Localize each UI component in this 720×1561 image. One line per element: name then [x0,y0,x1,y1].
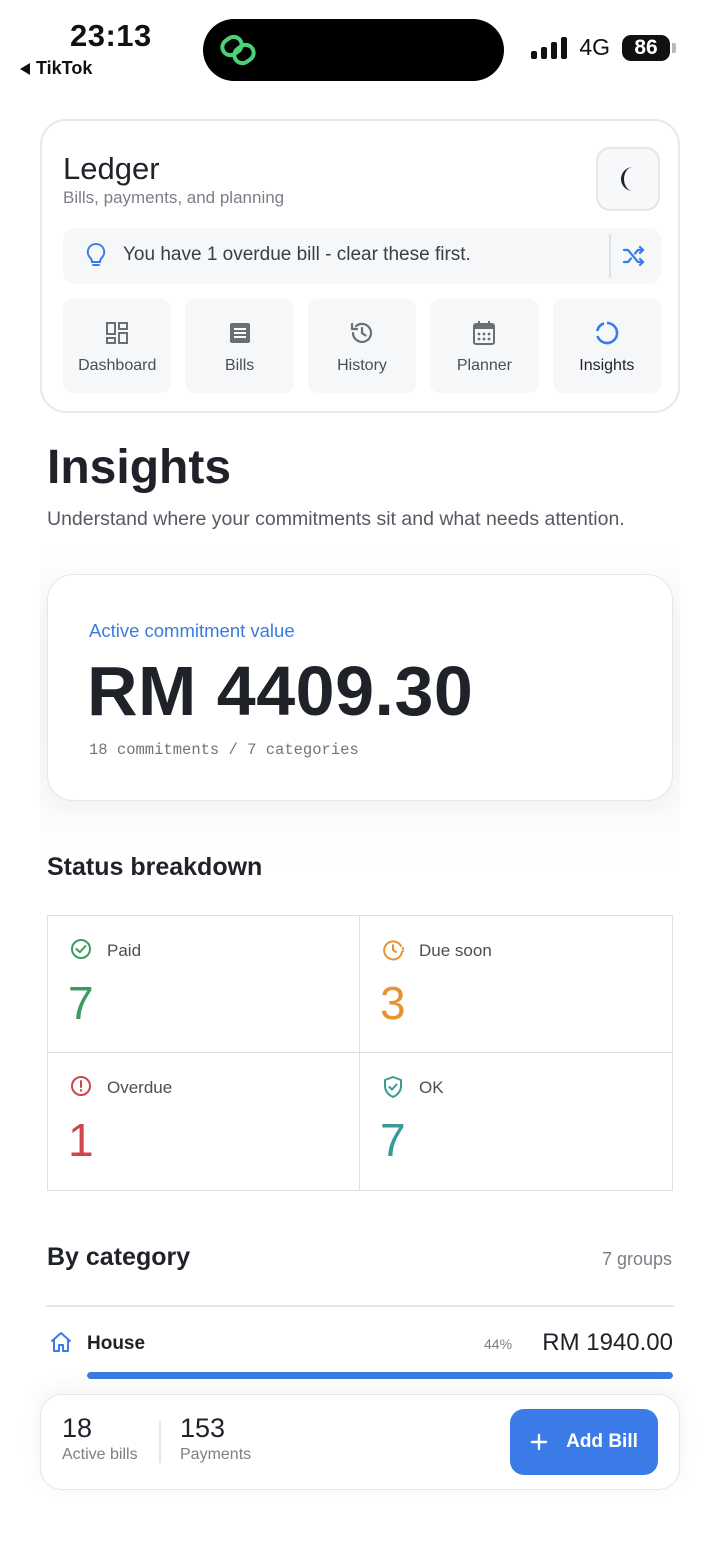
nav-tab-history[interactable]: History [307,299,417,393]
alert-circle-icon [71,1076,91,1096]
tip-divider [609,234,611,278]
category-percent: 44% [484,1336,513,1352]
dashboard-icon [106,322,129,344]
commitment-meta: 18 commitments / 7 categories [89,741,359,759]
shield-check-icon [384,1076,402,1098]
bills-icon [229,323,250,343]
commitment-value-card: Active commitment value RM 4409.30 18 co… [47,574,673,801]
status-time: 23:13 [70,18,152,53]
status-cell-overdue[interactable]: Overdue 1 [48,1053,360,1190]
category-row-house[interactable]: House 44% RM 1940.00 [47,1322,673,1382]
app-title: Ledger [63,151,160,186]
category-progress-fill [87,1372,673,1379]
tip-text: You have 1 overdue bill - clear these fi… [123,244,471,265]
app-subtitle: Bills, payments, and planning [63,188,285,207]
nav-tab-insights[interactable]: Insights [552,299,662,393]
category-count: 7 groups [601,1249,672,1269]
add-bill-label: Add Bill [566,1431,638,1452]
nav-label: History [337,357,387,374]
header-card: Ledger Bills, payments, and planning You… [40,119,680,413]
calendar-icon [473,321,496,345]
check-circle-icon [71,939,91,959]
status-cell-due-soon[interactable]: Due soon 3 [360,916,672,1053]
moon-icon [621,167,633,191]
commitment-label: Active commitment value [89,620,295,641]
back-triangle-icon [20,62,30,75]
page-title: Insights [47,441,232,494]
tip-bar: You have 1 overdue bill - clear these fi… [63,228,661,284]
category-name: House [87,1333,146,1354]
category-progress-track [87,1372,673,1379]
category-amount: RM 1940.00 [542,1329,673,1356]
add-bill-button[interactable]: Add Bill [510,1409,658,1475]
lightbulb-icon [86,242,106,266]
dynamic-island [203,19,504,81]
active-bills-count: 18 [62,1413,93,1443]
status-right: 4G 86 [531,34,676,61]
insights-icon [595,321,619,345]
status-grid: Paid 7 Due soon 3 Overdue 1 OK 7 [47,915,673,1191]
status-label: Due soon [419,941,492,960]
nav-label: Dashboard [78,357,157,374]
signal-icon [531,36,568,59]
active-bills-stat: 18 Active bills [62,1413,138,1464]
status-label: OK [419,1078,444,1097]
history-icon [350,322,373,343]
commitment-value: RM 4409.30 [87,652,474,730]
battery-level: 86 [622,34,670,61]
status-bar: 23:13 TikTok 4G 86 [0,0,720,100]
status-count: 1 [68,1114,94,1166]
nav-label: Planner [456,357,512,374]
theme-toggle-button[interactable] [596,147,660,211]
status-cell-paid[interactable]: Paid 7 [48,916,360,1053]
home-icon [51,1332,71,1352]
plus-icon [530,1433,548,1451]
nav-tabs: Dashboard Bills History Planner Insights [63,299,662,393]
category-divider [46,1305,674,1307]
nav-tab-planner[interactable]: Planner [430,299,539,393]
battery-icon: 86 [622,34,676,61]
shuffle-icon[interactable] [622,244,646,268]
link-icon [220,34,256,66]
bottom-summary-bar: 18 Active bills 153 Payments Add Bill [40,1394,680,1490]
status-cell-ok[interactable]: OK 7 [360,1053,672,1190]
nav-label: Bills [224,357,255,374]
page-subtitle: Understand where your commitments sit an… [47,508,625,530]
nav-tab-bills[interactable]: Bills [185,299,294,393]
by-category-title: By category [47,1243,191,1271]
nav-tab-dashboard[interactable]: Dashboard [63,299,172,393]
status-label: Paid [107,941,142,960]
status-label: Overdue [107,1078,173,1097]
payments-label: Payments [180,1446,252,1463]
payments-stat: 153 Payments [180,1413,251,1464]
back-app-label: TikTok [36,58,93,78]
status-breakdown-title: Status breakdown [47,853,263,881]
nav-label: Insights [579,357,635,374]
network-label: 4G [579,34,610,60]
stat-divider [159,1421,161,1463]
clock-alert-icon [383,940,404,961]
status-count: 7 [380,1114,406,1166]
payments-count: 153 [180,1413,226,1443]
status-count: 3 [380,977,406,1029]
active-bills-label: Active bills [62,1446,138,1463]
status-count: 7 [68,977,94,1029]
back-to-app-link[interactable]: TikTok [20,58,92,79]
